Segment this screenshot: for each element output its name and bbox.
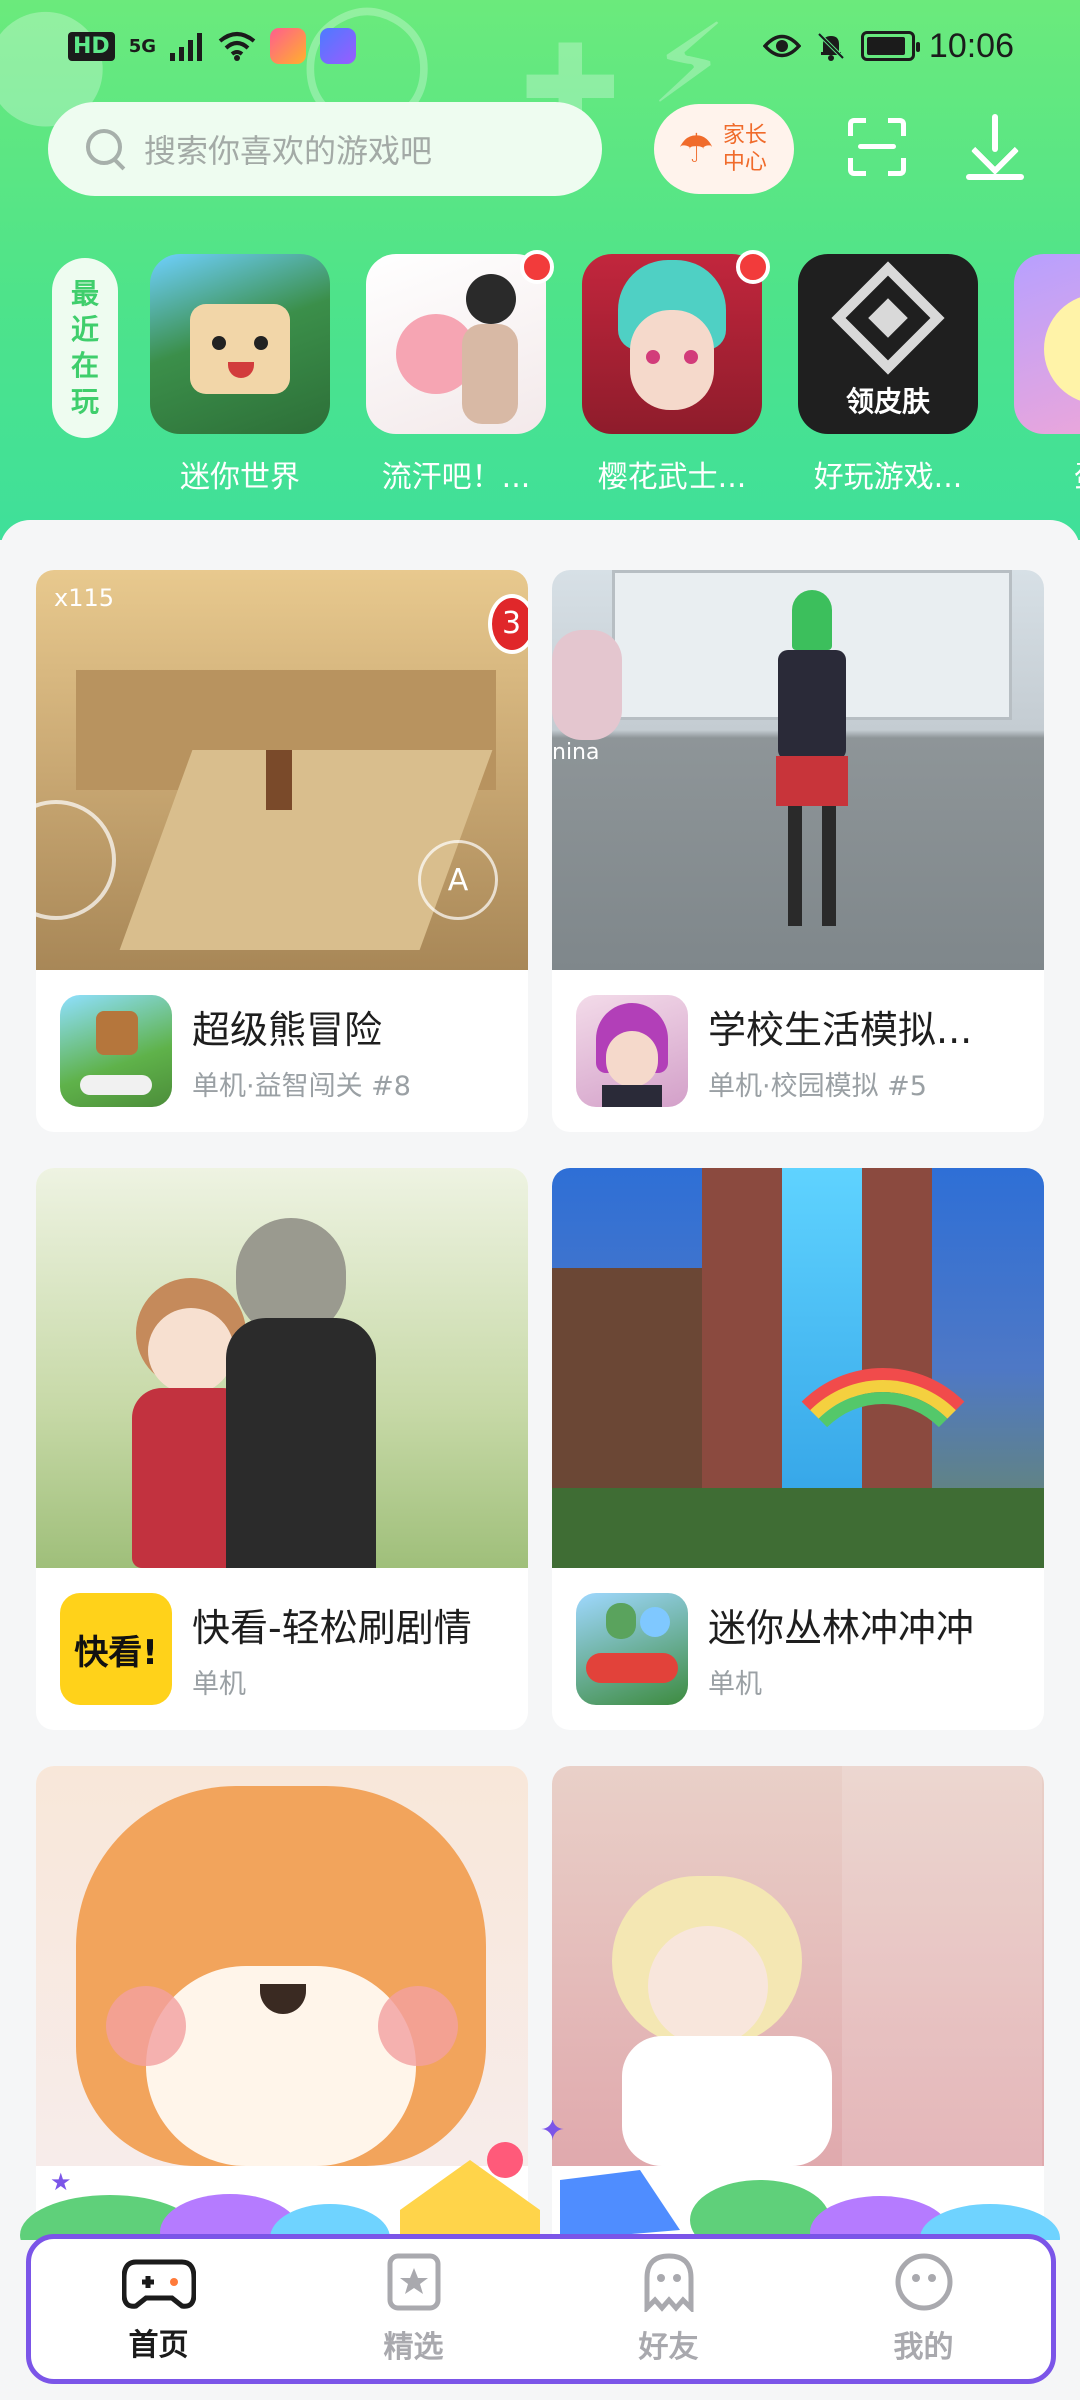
search-placeholder: 搜索你喜欢的游戏吧 xyxy=(144,132,433,170)
game-subtitle: 单机·益智闯关 #8 xyxy=(192,1071,411,1102)
game-screenshot xyxy=(552,1168,1044,1568)
recent-game-name: 樱花武士... xyxy=(597,460,747,495)
game-card[interactable]: 快看! 快看-轻松刷剧情 单机 xyxy=(36,1168,528,1730)
nav-item-featured[interactable]: 精选 xyxy=(329,2252,499,2366)
game-screenshot xyxy=(36,1168,528,1568)
game-title: 超级熊冒险 xyxy=(192,1008,383,1052)
app-notification-icon xyxy=(270,28,306,64)
gamepad-icon xyxy=(121,2259,196,2309)
level-badge: 3 xyxy=(488,594,528,654)
bell-muted-icon xyxy=(817,32,845,61)
game-icon xyxy=(60,995,172,1107)
nav-label: 好友 xyxy=(638,2330,699,2365)
game-icon xyxy=(576,1593,688,1705)
nav-label: 精选 xyxy=(383,2330,444,2365)
screenshot-label: nina xyxy=(552,740,600,765)
game-subtitle: 单机 xyxy=(708,1669,762,1700)
parent-center-label: 家长中心 xyxy=(722,122,767,176)
download-button[interactable] xyxy=(966,114,1024,180)
game-screenshot xyxy=(552,1766,1044,2166)
game-icon: 快看! xyxy=(60,1593,172,1705)
screenshot-label: x115 xyxy=(54,584,115,612)
recent-game-name: 流汗吧！... xyxy=(381,460,531,495)
svg-text:★: ★ xyxy=(50,2168,72,2196)
bottom-nav: 首页 精选 好友 我的 xyxy=(26,2234,1056,2384)
game-title: 快看-轻松刷剧情 xyxy=(192,1606,472,1650)
ghost-icon xyxy=(644,2253,693,2312)
signal-icon xyxy=(170,33,202,61)
search-bar[interactable]: 搜索你喜欢的游戏吧 xyxy=(48,102,602,196)
smiley-icon xyxy=(895,2253,952,2311)
game-subtitle: 单机 xyxy=(192,1669,246,1700)
nav-label: 首页 xyxy=(122,2320,195,2368)
recent-game-item[interactable]: 迷你世界 xyxy=(150,254,330,496)
scan-button[interactable] xyxy=(848,118,906,176)
game-title: 学校生活模拟... xyxy=(708,1008,973,1052)
nav-decoration: ✦ ★ xyxy=(20,2120,1060,2240)
notification-dot xyxy=(736,250,770,284)
parent-center-button[interactable]: ☂ 家长中心 xyxy=(654,104,794,194)
recent-game-name: 蛋仔 xyxy=(1004,452,1080,496)
game-feed: A 3 x115 超级熊冒险 单机·益智闯关 #8 nina 学校生活模拟...… xyxy=(0,520,1080,2400)
game-icon xyxy=(150,254,330,434)
recent-games-row: 迷你世界 流汗吧！... 樱花武士... 领皮肤 好玩游戏... xyxy=(150,250,1080,496)
game-icon xyxy=(576,995,688,1107)
game-screenshot: A 3 x115 xyxy=(36,570,528,970)
recent-game-item[interactable]: 流汗吧！... xyxy=(366,250,554,496)
game-card[interactable]: 迷你丛林冲冲冲 单机 xyxy=(552,1168,1044,1730)
game-screenshot: nina xyxy=(552,570,1044,970)
status-bar: HD 5G 10:06 xyxy=(0,0,1080,92)
music-app-icon xyxy=(320,28,356,64)
battery-icon xyxy=(860,31,920,61)
hd-badge: HD xyxy=(68,31,115,61)
notification-dot xyxy=(520,250,554,284)
recent-game-item[interactable]: 樱花武士... xyxy=(582,250,770,496)
nav-item-home[interactable]: 首页 xyxy=(74,2254,244,2368)
game-card[interactable]: nina 学校生活模拟... 单机·校园模拟 #5 xyxy=(552,570,1044,1132)
header: ✚ ⚡ ● ◯ HD 5G 10:06 搜索你喜欢的游戏吧 ☂ 家长中心 最 近… xyxy=(0,0,1080,540)
umbrella-icon: ☂ xyxy=(678,126,714,172)
kuaikan-logo: 快看! xyxy=(74,1632,158,1673)
recent-game-item[interactable]: 蛋仔 xyxy=(1014,254,1080,496)
game-screenshot xyxy=(36,1766,528,2166)
game-icon: 领皮肤 xyxy=(798,254,978,434)
game-card[interactable]: A 3 x115 超级熊冒险 单机·益智闯关 #8 xyxy=(36,570,528,1132)
eye-icon xyxy=(762,34,801,58)
game-icon xyxy=(582,254,762,434)
nav-label: 我的 xyxy=(893,2330,954,2365)
search-icon xyxy=(84,127,128,171)
star-bookmark-icon xyxy=(387,2253,440,2311)
game-icon xyxy=(1014,254,1080,434)
recently-played-label: 最 近 在 玩 xyxy=(52,258,118,438)
recent-game-name: 好玩游戏... xyxy=(813,460,963,495)
game-subtitle: 单机·校园模拟 #5 xyxy=(708,1071,927,1102)
nav-item-profile[interactable]: 我的 xyxy=(839,2252,1009,2366)
game-title: 迷你丛林冲冲冲 xyxy=(708,1606,975,1650)
nav-item-friends[interactable]: 好友 xyxy=(584,2252,754,2366)
game-icon xyxy=(366,254,546,434)
recent-game-name: 迷你世界 xyxy=(180,460,300,495)
network-type: 5G xyxy=(128,35,156,57)
recent-game-item[interactable]: 领皮肤 好玩游戏... xyxy=(798,254,978,496)
svg-text:✦: ✦ xyxy=(540,2120,565,2148)
wifi-icon xyxy=(218,32,256,61)
clock: 10:06 xyxy=(928,26,1014,65)
scan-icon xyxy=(848,118,866,136)
